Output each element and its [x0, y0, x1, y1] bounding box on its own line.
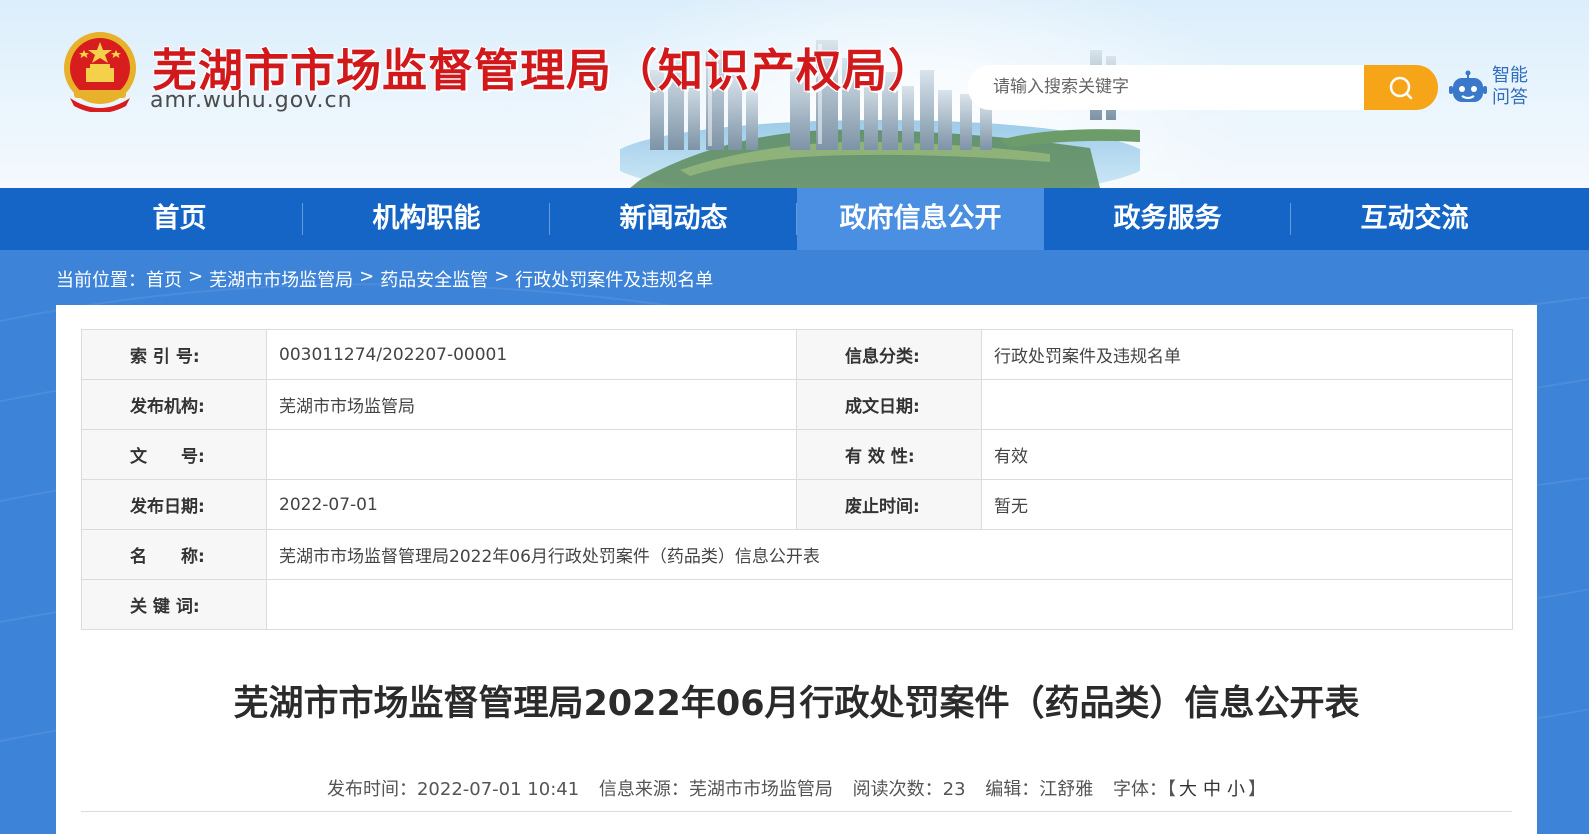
meta-value: 暂无: [981, 479, 1513, 530]
search-input[interactable]: 请输入搜索关键字: [968, 65, 1364, 110]
breadcrumb-separator: >: [188, 266, 204, 287]
smart-qa-line2: 问答: [1492, 87, 1528, 108]
breadcrumb-prefix: 当前位置：: [56, 270, 146, 291]
meta-value: 003011274/202207-00001: [266, 329, 797, 380]
meta-label: 发布日期:: [81, 479, 267, 530]
breadcrumb-penalty-cases[interactable]: 行政处罚案件及违规名单: [515, 266, 713, 291]
nav-label: 政府信息公开: [839, 203, 1002, 234]
table-row: 关 键 词:: [81, 579, 1513, 630]
nav-item-organization[interactable]: 机构职能: [303, 188, 550, 250]
breadcrumb-separator: >: [359, 266, 375, 287]
table-row: 发布机构: 芜湖市市场监管局 成文日期:: [81, 379, 1513, 430]
font-medium-button[interactable]: 中: [1203, 779, 1221, 800]
meta-value: [981, 379, 1513, 430]
divider: [81, 811, 1512, 812]
nav-item-news[interactable]: 新闻动态: [550, 188, 797, 250]
table-row: 名 称: 芜湖市市场监督管理局2022年06月行政处罚案件（药品类）信息公开表: [81, 529, 1513, 580]
meta-label: 信息分类:: [796, 329, 982, 380]
meta-value: [266, 429, 797, 480]
site-header: 芜湖市市场监督管理局（知识产权局） amr.wuhu.gov.cn 请输入搜索关…: [0, 0, 1589, 188]
article-title: 芜湖市市场监督管理局2022年06月行政处罚案件（药品类）信息公开表: [233, 684, 1360, 724]
search-icon: [1389, 76, 1413, 99]
nav-label: 互动交流: [1360, 203, 1469, 234]
smart-qa-link[interactable]: 智能 问答: [1492, 65, 1536, 109]
breadcrumb-drug-safety[interactable]: 药品安全监管: [380, 266, 488, 291]
nav-label: 首页: [152, 203, 207, 234]
nav-item-home[interactable]: 首页: [56, 188, 303, 250]
nav-item-services[interactable]: 政务服务: [1044, 188, 1291, 250]
breadcrumb-separator: >: [494, 266, 510, 287]
font-bracket-close: 】: [1248, 779, 1267, 800]
search-button[interactable]: [1364, 65, 1438, 110]
font-size-control: 字体：【大中小】: [1113, 779, 1266, 800]
table-row: 发布日期: 2022-07-01 废止时间: 暂无: [81, 479, 1513, 530]
nav-item-gov-info[interactable]: 政府信息公开: [797, 188, 1044, 250]
meta-label: 名 称:: [81, 529, 267, 580]
robot-assistant-icon[interactable]: [1448, 70, 1488, 106]
document-meta-table: 索 引 号: 003011274/202207-00001 信息分类: 行政处罚…: [81, 329, 1513, 630]
meta-value: 2022-07-01: [266, 479, 797, 530]
font-bracket-open: 【: [1167, 779, 1177, 800]
breadcrumb: 当前位置： 首页 > 芜湖市市场监管局 > 药品安全监管 > 行政处罚案件及违规…: [56, 266, 713, 291]
table-row: 文 号: 有 效 性: 有效: [81, 429, 1513, 480]
meta-label: 索 引 号:: [81, 329, 267, 380]
editor: 编辑：江舒雅: [985, 779, 1094, 800]
national-emblem-logo: [64, 32, 136, 112]
smart-qa-line1: 智能: [1492, 65, 1528, 86]
meta-value: 芜湖市市场监管局: [266, 379, 797, 430]
content-panel: 索 引 号: 003011274/202207-00001 信息分类: 行政处罚…: [56, 305, 1537, 834]
meta-value: 芜湖市市场监督管理局2022年06月行政处罚案件（药品类）信息公开表: [266, 529, 1513, 580]
table-row: 索 引 号: 003011274/202207-00001 信息分类: 行政处罚…: [81, 329, 1513, 380]
nav-label: 新闻动态: [619, 203, 728, 234]
meta-value: 有效: [981, 429, 1513, 480]
font-large-button[interactable]: 大: [1179, 779, 1197, 800]
meta-value: 行政处罚案件及违规名单: [981, 329, 1513, 380]
article-info-bar: 发布时间：2022-07-01 10:41 信息来源：芜湖市市场监管局 阅读次数…: [56, 775, 1537, 801]
nav-label: 机构职能: [372, 203, 481, 234]
meta-label: 发布机构:: [81, 379, 267, 430]
meta-label: 成文日期:: [796, 379, 982, 430]
nav-label: 政务服务: [1113, 203, 1222, 234]
font-small-button[interactable]: 小: [1227, 779, 1245, 800]
meta-value: [266, 579, 1513, 630]
font-size-label: 字体：: [1113, 779, 1168, 800]
meta-label: 废止时间:: [796, 479, 982, 530]
info-source: 信息来源：芜湖市市场监管局: [598, 779, 833, 800]
meta-label: 有 效 性:: [796, 429, 982, 480]
nav-item-interaction[interactable]: 互动交流: [1291, 188, 1538, 250]
meta-label: 文 号:: [81, 429, 267, 480]
view-count: 阅读次数：23: [852, 779, 966, 800]
breadcrumb-bureau[interactable]: 芜湖市市场监管局: [209, 266, 353, 291]
breadcrumb-home[interactable]: 首页: [146, 266, 182, 291]
site-domain: amr.wuhu.gov.cn: [150, 88, 353, 113]
publish-time: 发布时间：2022-07-01 10:41: [326, 779, 580, 800]
meta-label: 关 键 词:: [81, 579, 267, 630]
main-nav: 首页 机构职能 新闻动态 政府信息公开 政务服务 互动交流: [0, 188, 1589, 250]
